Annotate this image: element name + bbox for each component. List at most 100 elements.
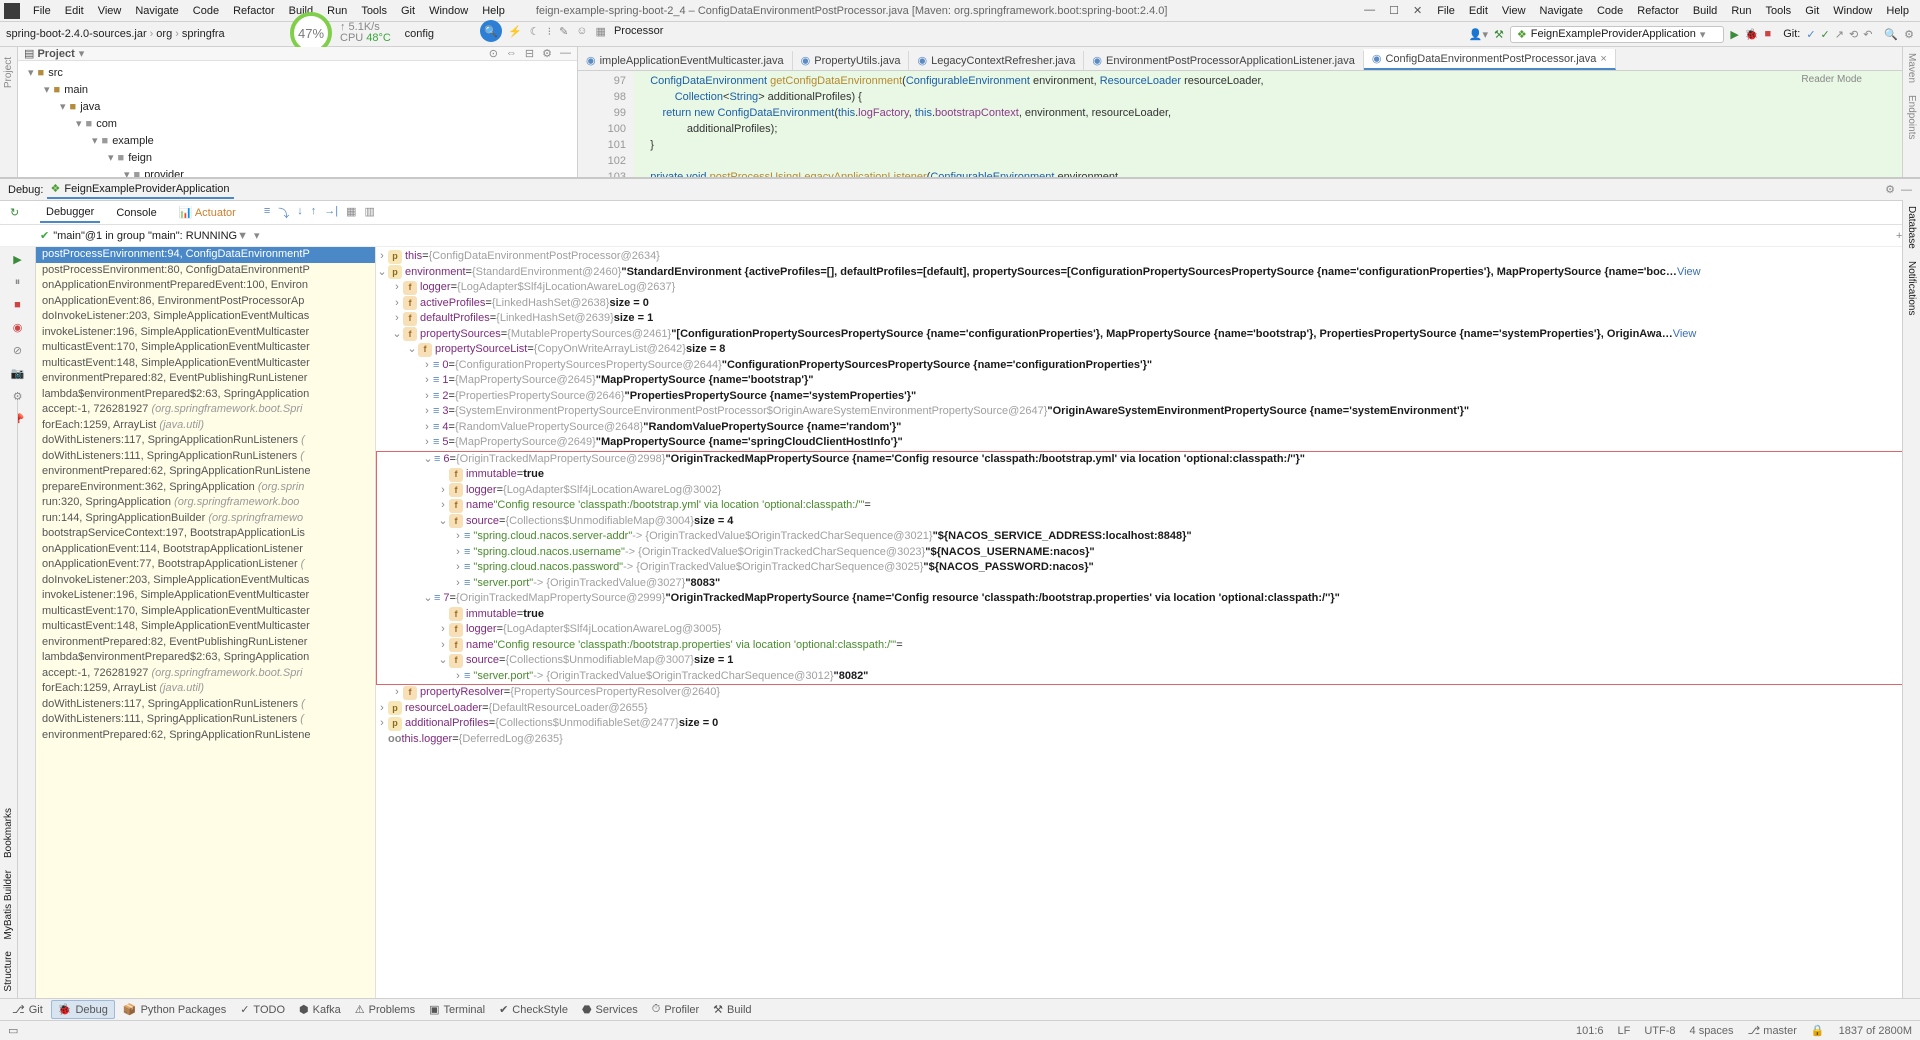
variable-row[interactable]: ›flogger = {LogAdapter$Slf4jLocationAwar…: [377, 483, 1919, 499]
hide-icon[interactable]: —: [1901, 184, 1912, 196]
tree-node[interactable]: ▾ ■ java: [28, 99, 577, 116]
hide-icon[interactable]: —: [560, 47, 571, 60]
memory[interactable]: 1837 of 2800M: [1839, 1025, 1912, 1037]
variable-row[interactable]: fimmutable = true: [377, 607, 1919, 623]
variable-row[interactable]: ›fname"Config resource 'classpath:/boots…: [377, 498, 1919, 514]
gear-icon[interactable]: ⚙: [1885, 183, 1895, 196]
stack-frame[interactable]: doWithListeners:117, SpringApplicationRu…: [36, 433, 375, 449]
variable-row[interactable]: ›≡"spring.cloud.nacos.username" -> {Orig…: [377, 545, 1919, 561]
variable-row[interactable]: oo this.logger = {DeferredLog@2635}: [376, 732, 1920, 748]
maximize-button[interactable]: ☐: [1389, 4, 1399, 17]
line-sep[interactable]: LF: [1618, 1025, 1631, 1037]
console-tab[interactable]: Console: [110, 204, 162, 222]
stack-frame[interactable]: lambda$environmentPrepared$2:63, SpringA…: [36, 387, 375, 403]
hammer-icon[interactable]: ⚒: [1494, 28, 1504, 41]
menu-window[interactable]: Window: [1826, 3, 1879, 19]
chevron-down-icon[interactable]: ▾: [79, 47, 85, 60]
editor-tab[interactable]: ◉impleApplicationEventMulticaster.java: [578, 51, 793, 70]
variable-row[interactable]: fimmutable = true: [377, 467, 1919, 483]
git-push-icon[interactable]: ↗: [1835, 28, 1844, 41]
debug-button[interactable]: 🐞: [1745, 28, 1759, 41]
show-execution-icon[interactable]: ≡: [264, 205, 270, 221]
variable-row[interactable]: ›≡"spring.cloud.nacos.server-addr" -> {O…: [377, 529, 1919, 545]
status-icon[interactable]: ▭: [8, 1024, 18, 1037]
caret-pos[interactable]: 101:6: [1576, 1025, 1604, 1037]
stack-frame[interactable]: invokeListener:196, SimpleApplicationEve…: [36, 588, 375, 604]
stack-frame[interactable]: doInvokeListener:203, SimpleApplicationE…: [36, 573, 375, 589]
variable-row[interactable]: ⌄fpropertySources = {MutablePropertySour…: [376, 327, 1920, 343]
stack-frame[interactable]: invokeListener:196, SimpleApplicationEve…: [36, 325, 375, 341]
editor-tab[interactable]: ◉PropertyUtils.java: [793, 51, 910, 70]
menu-code[interactable]: Code: [186, 3, 226, 19]
menu-file[interactable]: File: [26, 3, 58, 19]
bottom-tab-git[interactable]: ⎇Git: [6, 1001, 49, 1018]
crumb[interactable]: Processor: [614, 25, 664, 38]
bug-icon[interactable]: ⚡: [508, 25, 522, 38]
bottom-tab-services[interactable]: ⬣Services: [576, 1001, 644, 1018]
bottom-tab-debug[interactable]: 🐞Debug: [51, 1000, 115, 1019]
step-out-icon[interactable]: ↑: [311, 205, 317, 221]
notifications-tab[interactable]: Notifications: [1906, 255, 1917, 321]
stack-frame[interactable]: postProcessEnvironment:94, ConfigDataEnv…: [36, 247, 375, 263]
select-opened-icon[interactable]: ⊙: [489, 47, 498, 60]
view-breakpoints-icon[interactable]: ◉: [13, 321, 23, 334]
collapse-icon[interactable]: ⊟: [525, 47, 534, 60]
run-to-cursor-icon[interactable]: →|: [324, 205, 338, 221]
resume-icon[interactable]: ▶: [13, 253, 21, 266]
endpoints-tab[interactable]: Endpoints: [1906, 89, 1917, 145]
menu-window[interactable]: Window: [422, 3, 475, 19]
encoding[interactable]: UTF-8: [1644, 1025, 1675, 1037]
actuator-tab[interactable]: 📊 Actuator: [173, 203, 242, 222]
menu-build[interactable]: Build: [1686, 3, 1724, 19]
stack-frame[interactable]: multicastEvent:170, SimpleApplicationEve…: [36, 340, 375, 356]
menu-run[interactable]: Run: [320, 3, 354, 19]
expand-icon[interactable]: ⇔: [506, 47, 517, 60]
crumb[interactable]: spring-boot-2.4.0-sources.jar: [6, 28, 147, 40]
stack-frame[interactable]: multicastEvent:148, SimpleApplicationEve…: [36, 619, 375, 635]
variable-row[interactable]: ⌄penvironment = {StandardEnvironment@246…: [376, 265, 1920, 281]
reader-mode-label[interactable]: Reader Mode: [1801, 74, 1862, 85]
search-icon[interactable]: 🔍: [1884, 28, 1898, 41]
evaluate-expression-input[interactable]: [286, 228, 1890, 244]
debugger-tab[interactable]: Debugger: [40, 203, 100, 223]
stack-frame[interactable]: environmentPrepared:62, SpringApplicatio…: [36, 464, 375, 480]
variable-row[interactable]: ›factiveProfiles = {LinkedHashSet@2638} …: [376, 296, 1920, 312]
gear-icon[interactable]: ⚙: [542, 47, 552, 60]
project-toolwindow-tab[interactable]: Project: [3, 51, 14, 94]
stack-frame[interactable]: onApplicationEvent:77, BootstrapApplicat…: [36, 557, 375, 573]
variable-row[interactable]: ›padditionalProfiles = {Collections$Unmo…: [376, 716, 1920, 732]
stack-frame[interactable]: bootstrapServiceContext:197, BootstrapAp…: [36, 526, 375, 542]
chevron-down-icon[interactable]: ▾: [254, 229, 260, 242]
dots-icon[interactable]: ⁝: [548, 25, 552, 38]
structure-tab[interactable]: Structure: [3, 945, 14, 998]
git-branch[interactable]: ⎇ master: [1748, 1024, 1797, 1037]
search-icon[interactable]: 🔍: [480, 20, 502, 42]
variable-row[interactable]: ›fdefaultProfiles = {LinkedHashSet@2639}…: [376, 311, 1920, 327]
stack-frame[interactable]: multicastEvent:170, SimpleApplicationEve…: [36, 604, 375, 620]
stack-frame[interactable]: prepareEnvironment:362, SpringApplicatio…: [36, 480, 375, 496]
variable-row[interactable]: ›≡"server.port" -> {OriginTrackedValue$O…: [377, 669, 1919, 685]
stack-frame[interactable]: accept:-1, 726281927 (org.springframewor…: [36, 402, 375, 418]
stack-frame[interactable]: environmentPrepared:82, EventPublishingR…: [36, 371, 375, 387]
pause-icon[interactable]: ⏸: [15, 276, 21, 289]
tree-node[interactable]: ▾ ■ provider: [28, 167, 577, 177]
smile-icon[interactable]: ☺: [576, 25, 587, 38]
menu-edit[interactable]: Edit: [58, 3, 91, 19]
pencil-icon[interactable]: ✎: [559, 25, 568, 38]
lock-icon[interactable]: 🔒: [1811, 1024, 1825, 1037]
variable-row[interactable]: ⌄≡6 = {OriginTrackedMapPropertySource@29…: [377, 452, 1919, 468]
variable-row[interactable]: ›≡4 = {RandomValuePropertySource@2648} "…: [376, 420, 1920, 436]
variable-row[interactable]: ›fname"Config resource 'classpath:/boots…: [377, 638, 1919, 654]
stack-frame[interactable]: lambda$environmentPrepared$2:63, SpringA…: [36, 650, 375, 666]
debug-session-tab[interactable]: ❖ FeignExampleProviderApplication: [47, 180, 234, 199]
crumb[interactable]: springfra: [182, 28, 225, 40]
mute-breakpoints-icon[interactable]: ⊘: [13, 344, 22, 357]
variable-row[interactable]: ⌄fsource = {Collections$UnmodifiableMap@…: [377, 653, 1919, 669]
run-config-dropdown[interactable]: ❖ FeignExampleProviderApplication ▾: [1510, 26, 1725, 43]
stack-frame[interactable]: environmentPrepared:82, EventPublishingR…: [36, 635, 375, 651]
maven-tab[interactable]: Maven: [1906, 47, 1917, 89]
menu-git[interactable]: Git: [1798, 3, 1826, 19]
variable-row[interactable]: ›fpropertyResolver = {PropertySourcesPro…: [376, 685, 1920, 701]
variable-row[interactable]: ›≡"server.port" -> {OriginTrackedValue@3…: [377, 576, 1919, 592]
bottom-tab-kafka[interactable]: ⬢Kafka: [293, 1001, 347, 1018]
